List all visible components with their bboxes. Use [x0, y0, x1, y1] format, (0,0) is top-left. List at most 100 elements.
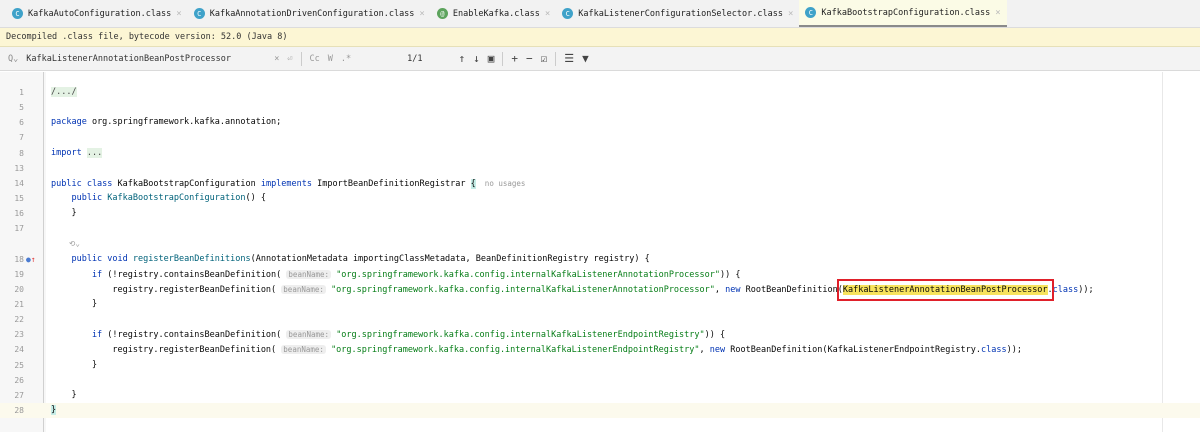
- close-icon[interactable]: ×: [995, 8, 1000, 18]
- banner-text: Decompiled .class file, bytecode version…: [6, 32, 288, 42]
- options-icon[interactable]: ☰: [564, 52, 574, 65]
- code-line: 17: [0, 221, 1200, 236]
- code-line: 19 if (!registry.containsBeanDefinition(…: [0, 267, 1200, 282]
- code-text: ⟲⌄: [51, 236, 80, 252]
- code-token: (!registry.containsBeanDefinition(: [107, 269, 287, 280]
- code-token: RootBeanDefinition(: [745, 284, 843, 295]
- search-input[interactable]: KafkaListenerAnnotationBeanPostProcessor: [26, 54, 266, 64]
- implements-marker-icon[interactable]: ●↑: [26, 252, 36, 267]
- line-number: 21: [14, 299, 24, 309]
- code-line: ⟲⌄: [0, 236, 1200, 251]
- code-token: no usages: [475, 178, 526, 188]
- line-number: 15: [14, 193, 24, 203]
- match-case-button[interactable]: Cc: [310, 54, 320, 64]
- remove-occurrence-icon[interactable]: −: [526, 52, 533, 65]
- line-number: 22: [14, 315, 24, 325]
- code-text: }: [51, 388, 76, 403]
- previous-match-icon[interactable]: ↑: [458, 52, 465, 65]
- code-line: 27 }: [0, 388, 1200, 403]
- code-editor[interactable]: 1 /.../ 5 6 package org.springframework.kafk…: [0, 72, 1200, 432]
- code-token: }: [51, 208, 77, 219]
- code-token: ...: [86, 147, 103, 158]
- close-icon[interactable]: ×: [419, 9, 424, 19]
- line-number: 16: [14, 209, 24, 219]
- code-text: if (!registry.containsBeanDefinition( be…: [51, 267, 740, 283]
- filter-icon[interactable]: ▼: [582, 52, 589, 65]
- code-line: 28}: [0, 402, 1200, 419]
- code-token: ⟲⌄: [51, 239, 80, 249]
- tab-4[interactable]: C KafkaBootstrapConfiguration.class ×: [799, 0, 1007, 27]
- code-token: /.../: [51, 87, 77, 97]
- tab-1[interactable]: C KafkaAnnotationDrivenConfiguration.clas…: [188, 0, 431, 27]
- code-line: 21 }: [0, 297, 1200, 312]
- code-token: ,: [714, 284, 726, 295]
- search-match-highlight: KafkaListenerAnnotationBeanPostProcessor: [836, 278, 1054, 301]
- code-token: package: [51, 117, 87, 128]
- code-text: }: [51, 358, 97, 373]
- next-match-icon[interactable]: ↓: [473, 52, 480, 65]
- code-token: beanName:: [286, 330, 332, 340]
- line-number: 1: [19, 88, 24, 97]
- code-token: public: [51, 192, 108, 203]
- code-token: KafkaBootstrapConfiguration: [107, 192, 246, 203]
- code-text: package org.springframework.kafka.annota…: [51, 115, 281, 130]
- code-token: "org.springframework.kafka.config.intern…: [331, 284, 715, 295]
- decompiled-banner: Decompiled .class file, bytecode version…: [0, 28, 1200, 47]
- words-button[interactable]: W: [328, 54, 333, 64]
- close-icon[interactable]: ×: [176, 9, 181, 19]
- close-icon[interactable]: ×: [788, 9, 793, 19]
- line-number: 7: [19, 133, 24, 143]
- line-number: 18: [14, 254, 24, 264]
- line-number: 25: [14, 360, 24, 370]
- class-icon: C: [805, 7, 817, 18]
- divider: [555, 51, 557, 66]
- code-line: 8 import ...: [0, 146, 1200, 161]
- code-token: beanName:: [281, 284, 326, 294]
- code-token: "org.springframework.kafka.config.intern…: [331, 345, 700, 356]
- line-number: 17: [14, 224, 24, 234]
- line-number: 27: [14, 390, 24, 400]
- code-text: registry.registerBeanDefinition( beanNam…: [51, 342, 1022, 358]
- code-token: }: [51, 298, 98, 309]
- code-token: registry.registerBeanDefinition(: [51, 284, 282, 295]
- newline-icon[interactable]: ⏎: [287, 54, 292, 64]
- code-text: }: [51, 297, 97, 312]
- select-all-icon[interactable]: ▣: [488, 52, 495, 65]
- line-number: 13: [14, 163, 24, 173]
- code-text: }: [51, 403, 57, 418]
- search-icon[interactable]: Q⌄: [8, 54, 18, 64]
- code-text: /.../: [51, 85, 77, 100]
- match-count: 1/1: [407, 53, 423, 64]
- regex-button[interactable]: .*: [341, 54, 351, 64]
- line-number: 5: [19, 103, 24, 113]
- code-text: if (!registry.containsBeanDefinition( be…: [51, 327, 725, 343]
- code-token: registerBeanDefinitions: [132, 253, 251, 264]
- clear-icon[interactable]: ×: [274, 54, 279, 64]
- code-token: org.springframework.kafka.annotation;: [86, 117, 282, 128]
- find-bar: Q⌄ KafkaListenerAnnotationBeanPostProces…: [0, 47, 1200, 71]
- tab-label: KafkaAnnotationDrivenConfiguration.class: [209, 8, 415, 19]
- code-token: public void: [51, 253, 133, 264]
- code-text: public KafkaBootstrapConfiguration() {: [51, 191, 265, 206]
- code-token: new: [725, 284, 746, 295]
- class-icon: C: [562, 8, 574, 19]
- close-icon[interactable]: ×: [545, 9, 550, 19]
- tab-2[interactable]: @ EnableKafka.class ×: [431, 0, 556, 27]
- tab-label: KafkaBootstrapConfiguration.class: [821, 7, 991, 18]
- select-occurrences-icon[interactable]: ☑: [541, 52, 548, 65]
- line-number: 26: [14, 375, 24, 385]
- editor-tabs: C KafkaAutoConfiguration.class × C KafkaAnno…: [0, 0, 1200, 28]
- code-token: )) {: [720, 269, 741, 280]
- code-line: 13: [0, 161, 1200, 176]
- tab-label: KafkaAutoConfiguration.class: [28, 8, 172, 19]
- code-token: RootBeanDefinition(KafkaListenerEndpoint…: [730, 345, 982, 356]
- tab-3[interactable]: C KafkaListenerConfigurationSelector.clas…: [556, 0, 799, 27]
- line-number: 19: [14, 269, 24, 279]
- code-token: beanName:: [286, 269, 332, 279]
- tab-0[interactable]: C KafkaAutoConfiguration.class ×: [6, 0, 188, 27]
- code-line: 23 if (!registry.containsBeanDefinition(…: [0, 327, 1200, 342]
- add-occurrence-icon[interactable]: +: [511, 52, 518, 65]
- code-token: import: [51, 147, 82, 158]
- annotation-icon: @: [436, 8, 448, 19]
- code-token: (AnnotationMetadata importingClassMetada…: [250, 253, 650, 264]
